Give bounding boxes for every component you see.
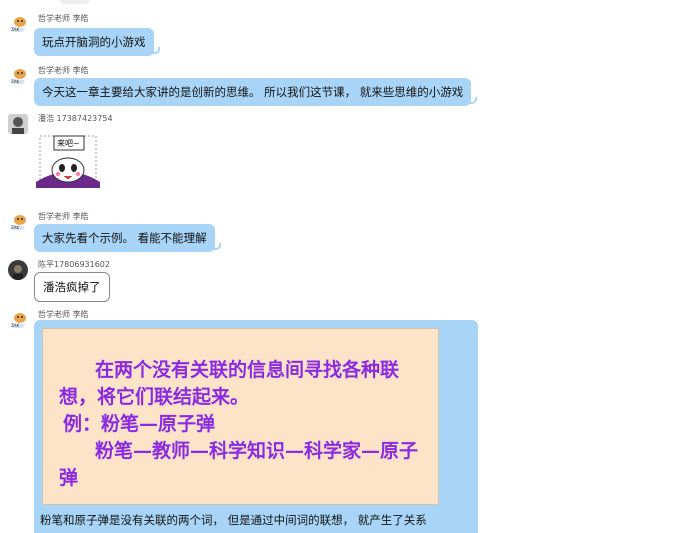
chat-message: 陈平17806931602 潘浩疯掉了 [0,258,700,308]
user-avatar[interactable] [8,114,28,134]
sender-name: 潘浩 17387423754 [38,114,113,123]
panda-sticker-icon: 来吧~ [34,132,102,192]
message-text: 今天这一章主要给大家讲的是创新的思维。 所以我们这节课， 就来些思维的小游戏 [42,85,464,99]
svg-text:ZAK: ZAK [11,225,19,230]
example-card-image: 在两个没有关联的信息间寻找各种联 想，将它们联结起来。 例：粉笔—原子弹 粉笔—… [42,328,439,505]
cartoon-avatar-icon: ZAK [8,66,28,86]
message-text: 玩点开脑洞的小游戏 [42,35,146,49]
bubble-tail [149,47,160,54]
user-avatar-icon [8,114,28,134]
card-line: 在两个没有关联的信息间寻找各种联 [95,359,400,381]
chat-message: ZAK 哲学老师 李皓 大家先看个示例。 看能不能理解 [0,210,700,256]
svg-text:ZAK: ZAK [11,27,19,32]
svg-text:ZAK: ZAK [11,79,19,84]
cartoon-avatar-icon: ZAK [8,310,28,330]
sender-name: 陈平17806931602 [38,260,110,269]
teacher-avatar[interactable]: ZAK [8,310,28,330]
teacher-avatar[interactable]: ZAK [8,14,28,34]
card-line: 想，将它们联结起来。 [59,386,250,408]
cartoon-avatar-icon: ZAK [8,212,28,232]
card-line: 弹 [59,467,79,489]
bubble-tail [467,97,478,104]
message-bubble[interactable]: 玩点开脑洞的小游戏 [34,28,160,56]
sticker-image[interactable]: 来吧~ [34,132,102,192]
message-bubble[interactable]: 大家先看个示例。 看能不能理解 [34,224,221,252]
sender-name: 哲学老师 李皓 [38,14,89,23]
message-text: 粉笔和原子弹是没有关联的两个词， 但是通过中间词的联想， 就产生了关系 [40,513,427,527]
card-line: 例：粉笔—原子弹 [63,413,216,435]
message-text: 大家先看个示例。 看能不能理解 [42,231,207,245]
chat-message: ZAK 哲学老师 李皓 今天这一章主要给大家讲的是创新的思维。 所以我们这节课，… [0,64,700,110]
message-bubble[interactable]: 潘浩疯掉了 [34,272,110,302]
message-text: 潘浩疯掉了 [43,280,101,294]
teacher-avatar[interactable]: ZAK [8,66,28,86]
teacher-avatar[interactable]: ZAK [8,212,28,232]
cartoon-avatar-icon: ZAK [8,14,28,34]
user-avatar-icon [8,260,28,280]
message-bubble[interactable]: 在两个没有关联的信息间寻找各种联 想，将它们联结起来。 例：粉笔—原子弹 粉笔—… [34,320,478,533]
message-bubble[interactable]: 今天这一章主要给大家讲的是创新的思维。 所以我们这节课， 就来些思维的小游戏 [34,78,478,106]
svg-text:ZAK: ZAK [11,323,19,328]
sender-name: 哲学老师 李皓 [38,310,89,319]
user-avatar[interactable] [8,260,28,280]
bubble-tail [210,243,221,250]
card-line: 粉笔—教师—科学知识—科学家—原子 [95,440,419,462]
partial-bubble-top [60,0,90,4]
sender-name: 哲学老师 李皓 [38,66,89,75]
chat-message: 潘浩 17387423754 来吧~ [0,112,700,202]
sender-name: 哲学老师 李皓 [38,212,89,221]
chat-message: ZAK 哲学老师 李皓 玩点开脑洞的小游戏 [0,12,700,60]
sticker-text: 来吧~ [57,139,80,148]
